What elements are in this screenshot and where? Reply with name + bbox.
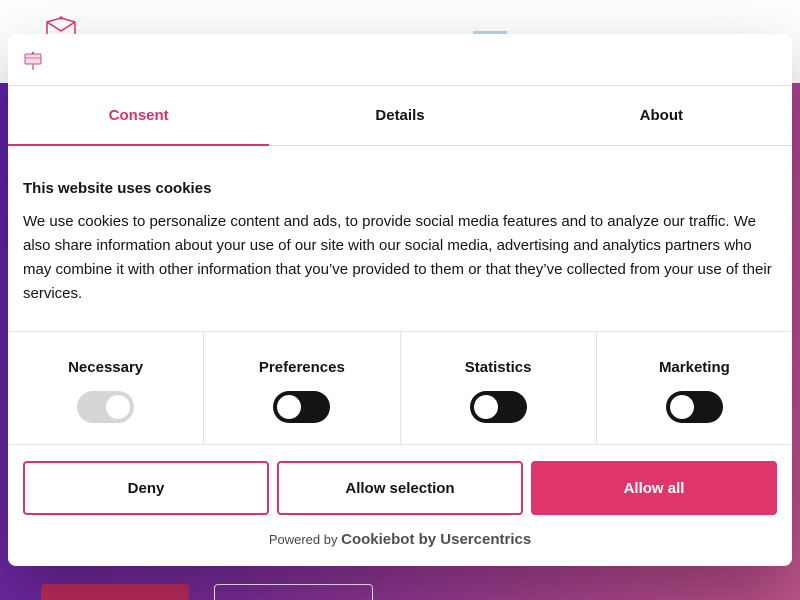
toggle-statistics[interactable]: [469, 391, 527, 423]
category-toggles: Necessary Preferences Statistics Marketi…: [8, 332, 792, 445]
tab-about[interactable]: About: [531, 86, 792, 145]
toggle-marketing[interactable]: [665, 391, 723, 423]
consent-actions: Deny Allow selection Allow all: [8, 445, 792, 515]
powered-by-label: Powered by: [268, 532, 338, 547]
hero-primary-button[interactable]: [41, 584, 189, 600]
category-preferences: Preferences: [204, 332, 401, 444]
cookiebot-logo-icon: [24, 51, 42, 70]
dialog-header: [8, 34, 792, 86]
tab-consent[interactable]: Consent: [8, 86, 270, 146]
allow-selection-button[interactable]: Allow selection: [277, 461, 523, 515]
toggle-preferences[interactable]: [273, 391, 331, 423]
category-label-statistics: Statistics: [464, 359, 532, 376]
toggle-knob: [473, 395, 498, 419]
tab-details[interactable]: Details: [269, 86, 530, 145]
consent-heading: This website uses cookies: [23, 180, 212, 197]
powered-by-brand-link[interactable]: Cookiebot by Usercentrics: [341, 531, 531, 548]
category-marketing: Marketing: [597, 332, 792, 444]
cookie-consent-dialog: Consent Details About This website uses …: [8, 34, 792, 566]
category-statistics: Statistics: [401, 332, 597, 444]
toggle-knob: [106, 395, 131, 419]
dialog-tabs: Consent Details About: [8, 86, 792, 146]
deny-button[interactable]: Deny: [23, 461, 269, 515]
hero-secondary-button[interactable]: [214, 584, 373, 600]
allow-all-button[interactable]: Allow all: [531, 461, 777, 515]
toggle-knob: [277, 395, 302, 419]
category-necessary: Necessary: [8, 332, 205, 444]
toggle-necessary: [77, 391, 135, 423]
consent-body: This website uses cookies We use cookies…: [8, 146, 792, 332]
consent-description: We use cookies to personalize content an…: [23, 213, 772, 302]
category-label-necessary: Necessary: [68, 359, 144, 376]
category-label-preferences: Preferences: [258, 359, 345, 376]
toggle-knob: [669, 395, 694, 419]
powered-by: Powered by Cookiebot by Usercentrics: [8, 531, 792, 548]
category-label-marketing: Marketing: [658, 359, 730, 376]
